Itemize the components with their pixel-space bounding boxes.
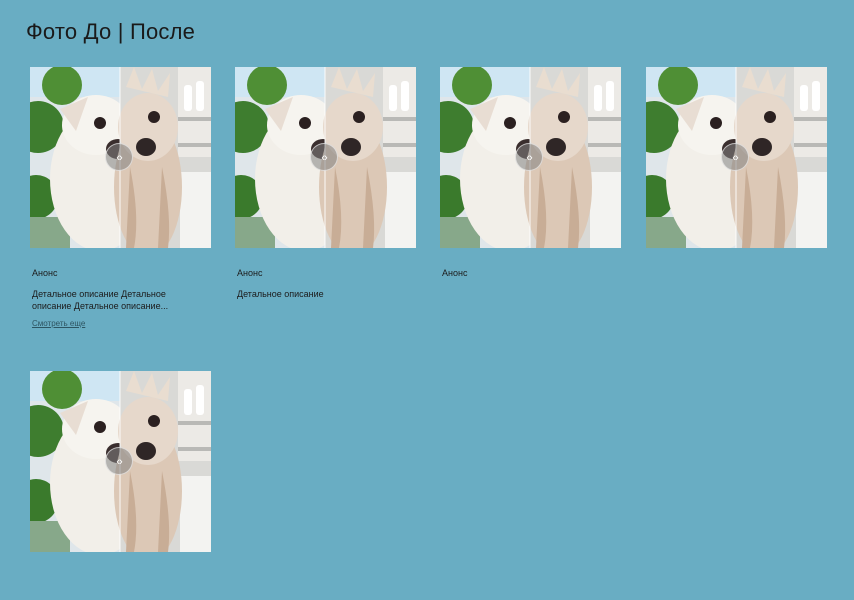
before-after-photo[interactable]: ‹› [235, 67, 416, 248]
card-anons: Анонс [442, 268, 468, 278]
gallery-card: ‹› [30, 371, 211, 552]
see-more-link[interactable]: Смотреть еще [32, 319, 85, 328]
card-anons: Анонс [237, 268, 263, 278]
card-anons: Анонс [32, 268, 58, 278]
before-after-photo[interactable]: ‹› [30, 67, 211, 248]
before-after-photo[interactable]: ‹› [30, 371, 211, 552]
card-description: Детальное описание [237, 289, 324, 299]
gallery-card: ‹› Анонс [440, 67, 621, 278]
page-title: Фото До | После [26, 19, 196, 44]
before-after-photo[interactable]: ‹› [440, 67, 621, 248]
chevron-left-right-icon[interactable]: ‹› [105, 447, 133, 475]
chevron-left-right-icon[interactable]: ‹› [105, 143, 133, 171]
card-description: Детальное описание Детальное описание Де… [32, 289, 169, 311]
gallery-card: ‹› Анонс Детальное описание Детальное оп… [30, 67, 211, 331]
before-after-photo[interactable]: ‹› [646, 67, 827, 248]
chevron-left-right-icon[interactable]: ‹› [721, 143, 749, 171]
gallery-card: ‹› [646, 67, 827, 248]
chevron-left-right-icon[interactable]: ‹› [310, 143, 338, 171]
chevron-left-right-icon[interactable]: ‹› [515, 143, 543, 171]
gallery-card: ‹› Анонс Детальное описание [235, 67, 416, 300]
